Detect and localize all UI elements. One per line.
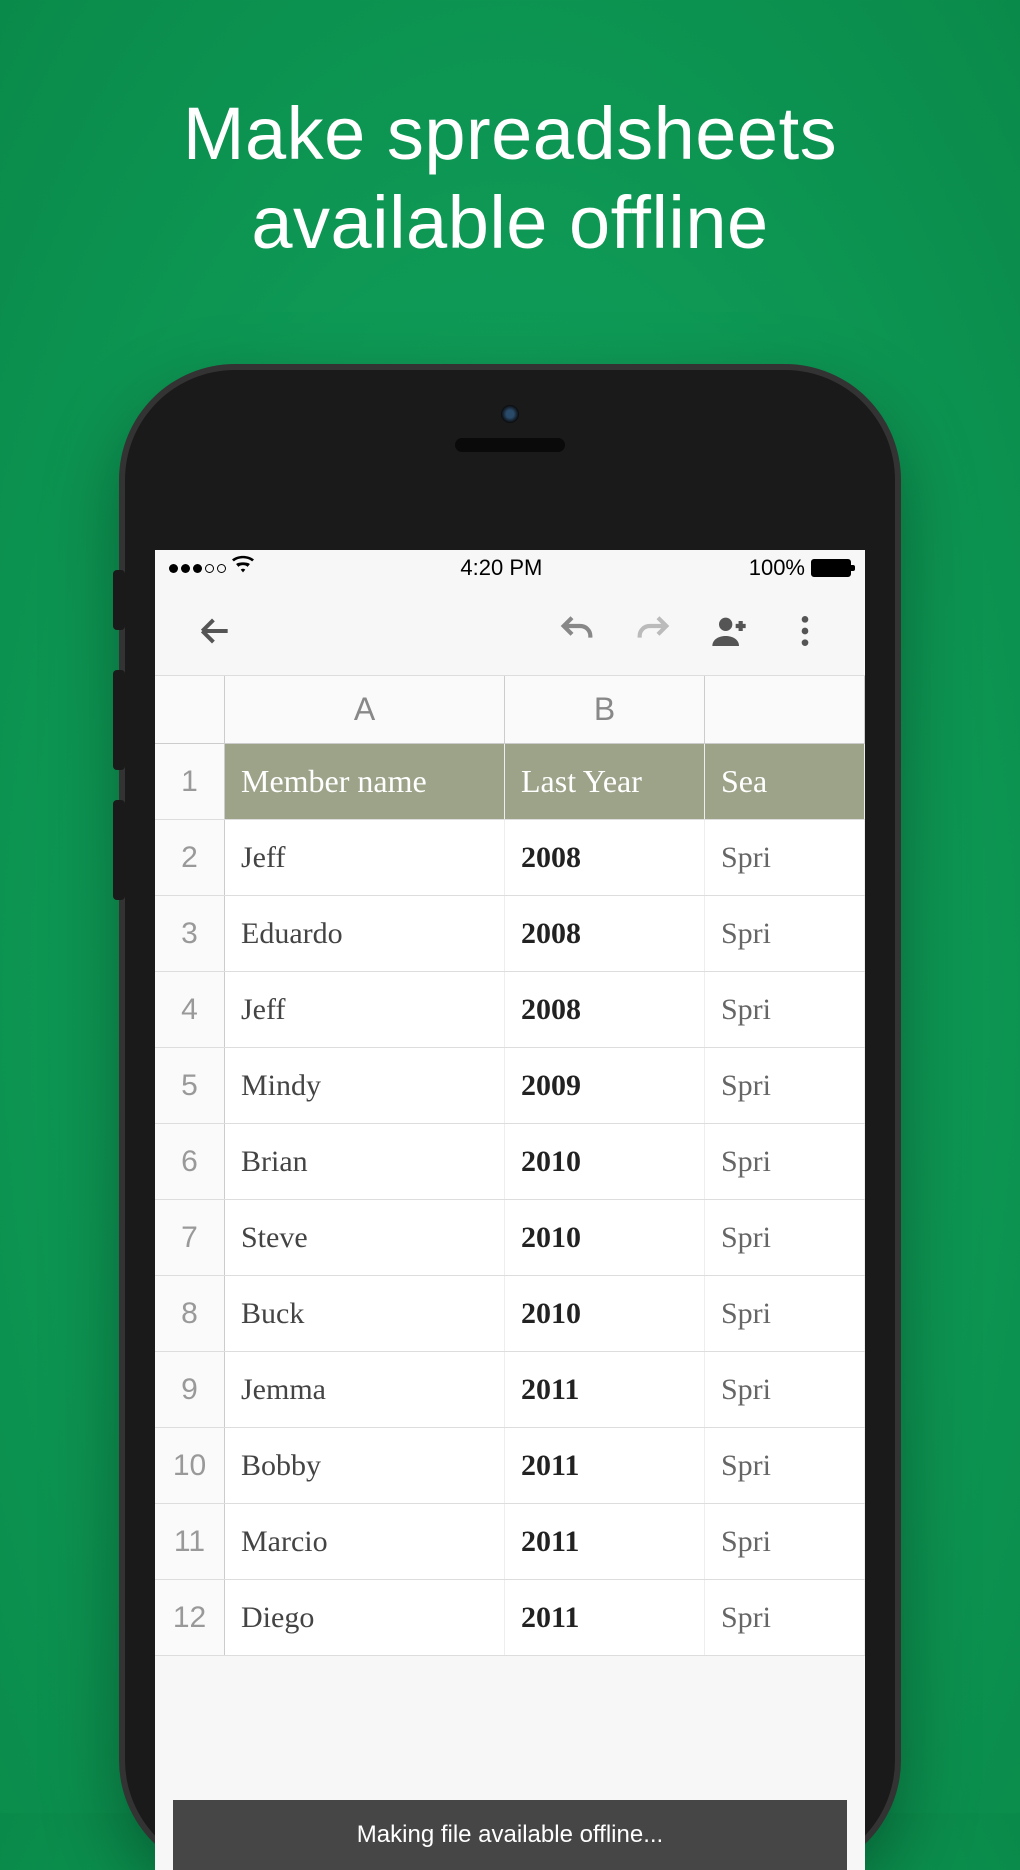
status-left [169,554,254,582]
phone-frame: 4:20 PM 100% [125,370,895,1870]
row-number[interactable]: 8 [155,1276,225,1351]
cell[interactable]: 2011 [505,1504,705,1579]
cell[interactable]: Spri [705,972,865,1047]
table-row: 7Steve2010Spri [155,1200,865,1276]
cell[interactable]: 2010 [505,1200,705,1275]
redo-button[interactable] [625,603,681,659]
row-number[interactable]: 12 [155,1580,225,1655]
row-number[interactable]: 10 [155,1428,225,1503]
table-row: 11Marcio2011Spri [155,1504,865,1580]
spreadsheet-grid[interactable]: A B 1 Member name Last Year Sea 2Jeff200… [155,676,865,1656]
column-header-c[interactable] [705,676,865,743]
status-bar: 4:20 PM 100% [155,550,865,586]
back-button[interactable] [187,603,243,659]
more-menu-button[interactable] [777,603,833,659]
cell[interactable]: 2008 [505,972,705,1047]
battery-icon [811,559,851,577]
cell[interactable]: Jemma [225,1352,505,1427]
cell[interactable]: Spri [705,1276,865,1351]
table-row: 12Diego2011Spri [155,1580,865,1656]
cell[interactable]: Mindy [225,1048,505,1123]
cell[interactable]: Diego [225,1580,505,1655]
app-toolbar [155,586,865,676]
row-number[interactable]: 6 [155,1124,225,1199]
table-row: 3Eduardo2008Spri [155,896,865,972]
column-headers: A B [155,676,865,744]
wifi-icon [232,554,254,582]
phone-volume-down [113,800,125,900]
cell[interactable]: 2008 [505,820,705,895]
cell[interactable]: Buck [225,1276,505,1351]
cell[interactable]: 2011 [505,1428,705,1503]
undo-button[interactable] [549,603,605,659]
cell[interactable]: Last Year [505,744,705,819]
cell[interactable]: Sea [705,744,865,819]
row-number[interactable]: 5 [155,1048,225,1123]
add-person-button[interactable] [701,603,757,659]
table-row: 4Jeff2008Spri [155,972,865,1048]
status-right: 100% [749,555,851,581]
column-header-a[interactable]: A [225,676,505,743]
signal-dots-icon [169,564,226,573]
cell[interactable]: Spri [705,1124,865,1199]
cell[interactable]: Spri [705,896,865,971]
headline-line-2: available offline [0,179,1020,268]
cell[interactable]: Spri [705,1048,865,1123]
row-number[interactable]: 4 [155,972,225,1047]
cell[interactable]: Marcio [225,1504,505,1579]
cell[interactable]: Spri [705,1352,865,1427]
row-number[interactable]: 11 [155,1504,225,1579]
status-time: 4:20 PM [460,555,542,581]
cell[interactable]: Spri [705,1580,865,1655]
headline-line-1: Make spreadsheets [0,90,1020,179]
phone-volume-up [113,670,125,770]
cell[interactable]: Spri [705,1428,865,1503]
cell[interactable]: Bobby [225,1428,505,1503]
table-row: 1 Member name Last Year Sea [155,744,865,820]
phone-mute-switch [113,570,125,630]
row-number[interactable]: 3 [155,896,225,971]
table-row: 5Mindy2009Spri [155,1048,865,1124]
cell[interactable]: Spri [705,1200,865,1275]
toast-message: Making file available offline... [357,1821,663,1849]
cell[interactable]: Jeff [225,820,505,895]
cell[interactable]: 2010 [505,1124,705,1199]
cell[interactable]: Spri [705,820,865,895]
row-number[interactable]: 1 [155,744,225,819]
cell[interactable]: Brian [225,1124,505,1199]
cell[interactable]: Spri [705,1504,865,1579]
battery-percent: 100% [749,555,805,581]
cell[interactable]: 2009 [505,1048,705,1123]
cell[interactable]: 2010 [505,1276,705,1351]
table-row: 8Buck2010Spri [155,1276,865,1352]
promo-headline: Make spreadsheets available offline [0,0,1020,268]
table-row: 6Brian2010Spri [155,1124,865,1200]
cell[interactable]: 2008 [505,896,705,971]
cell[interactable]: 2011 [505,1580,705,1655]
table-row: 10Bobby2011Spri [155,1428,865,1504]
column-header-b[interactable]: B [505,676,705,743]
row-number[interactable]: 9 [155,1352,225,1427]
row-number[interactable]: 2 [155,820,225,895]
table-row: 9Jemma2011Spri [155,1352,865,1428]
select-all-corner[interactable] [155,676,225,743]
cell[interactable]: 2011 [505,1352,705,1427]
cell[interactable]: Steve [225,1200,505,1275]
phone-screen: 4:20 PM 100% [155,550,865,1870]
cell[interactable]: Eduardo [225,896,505,971]
offline-toast: Making file available offline... [173,1800,847,1870]
cell[interactable]: Member name [225,744,505,819]
table-row: 2Jeff2008Spri [155,820,865,896]
row-number[interactable]: 7 [155,1200,225,1275]
cell[interactable]: Jeff [225,972,505,1047]
